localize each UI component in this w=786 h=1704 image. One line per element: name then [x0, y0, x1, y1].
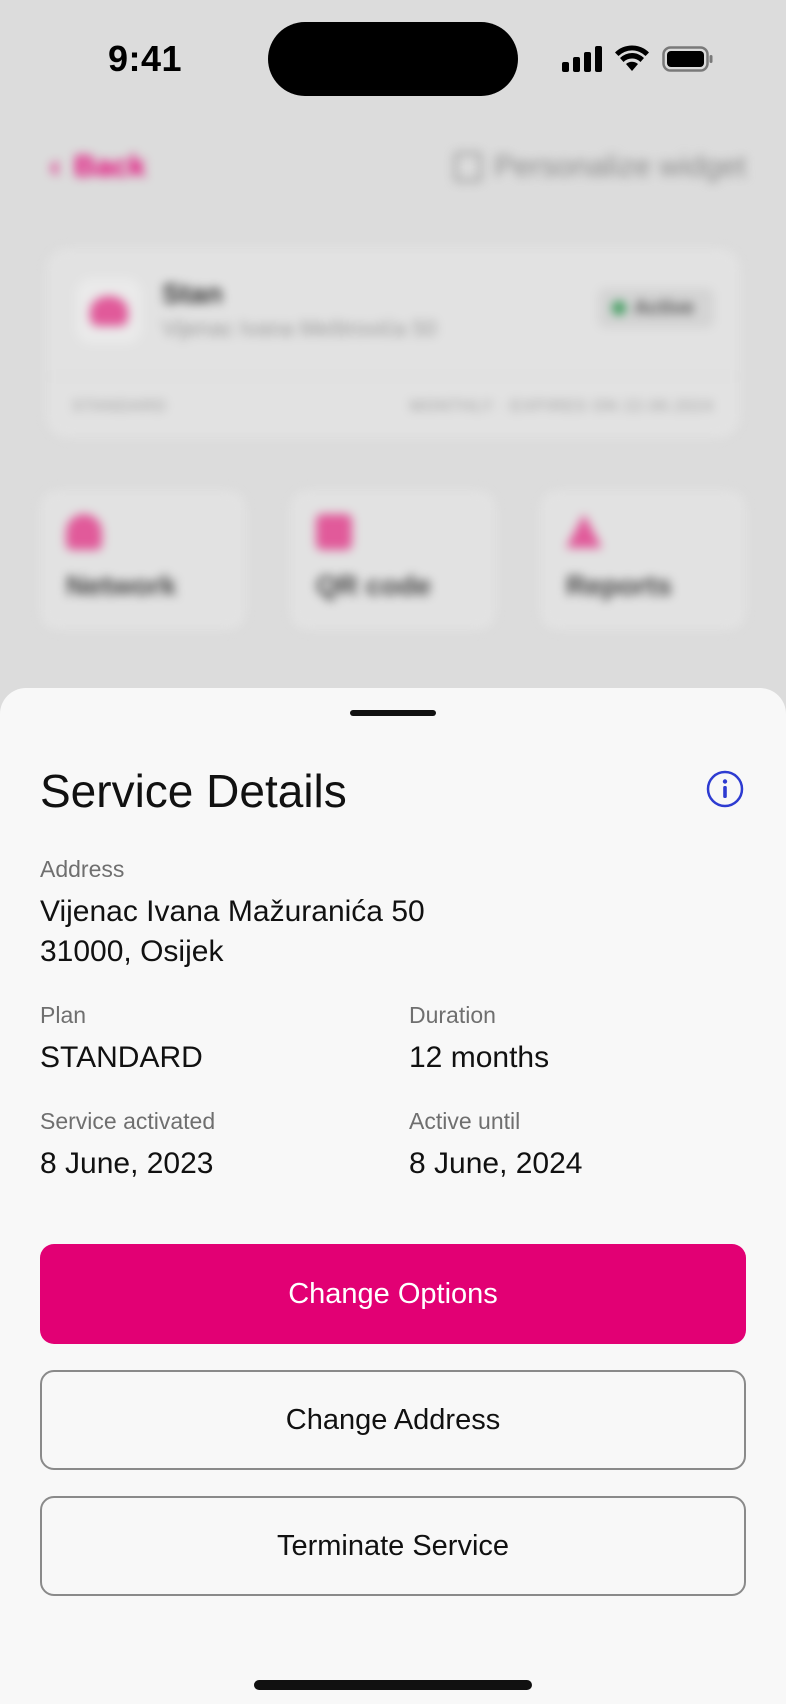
battery-icon [662, 46, 714, 72]
tile-label: Reports [566, 570, 672, 601]
address-line-2: 31000, Osijek [40, 935, 224, 968]
tile-qr-code[interactable]: QR code [290, 490, 496, 630]
home-indicator[interactable] [254, 1680, 532, 1690]
tile-label: QR code [316, 570, 432, 601]
active-until-value: 8 June, 2024 [409, 1147, 583, 1180]
cellular-signal-icon [562, 46, 602, 72]
sheet-title: Service Details [40, 765, 347, 817]
card-divider [46, 376, 740, 377]
card-plan-text: STANDARD [72, 398, 167, 415]
warning-triangle-icon [566, 514, 602, 548]
status-icons [562, 44, 714, 74]
duration-label: Duration [409, 1002, 496, 1028]
background-screen: ‹ Back Personalize widget Stan Vijenac I… [0, 120, 786, 720]
plan-label: Plan [40, 1002, 87, 1028]
card-expiry-text: MONTHLY · EXPIRES ON 22.06.2024 [409, 398, 714, 415]
tile-reports[interactable]: Reports [540, 490, 746, 630]
address-line-1: Vijenac Ivana Mažuranića 50 [40, 895, 425, 928]
status-time: 9:41 [108, 38, 183, 79]
change-options-button[interactable]: Change Options [40, 1244, 746, 1344]
tile-label: Network [66, 570, 177, 601]
service-activated-value: 8 June, 2023 [40, 1147, 214, 1180]
service-details-sheet: Service Details Address Vijenac Ivana Ma… [0, 688, 786, 1704]
info-icon[interactable] [706, 770, 744, 808]
dynamic-island [268, 22, 518, 96]
service-activated-label: Service activated [40, 1108, 216, 1134]
personalize-widget-link[interactable]: Personalize widget [454, 150, 746, 184]
action-tiles: Network QR code Reports [40, 490, 746, 630]
tile-network[interactable]: Network [40, 490, 246, 630]
status-badge: Active [598, 288, 714, 328]
duration-value: 12 months [409, 1041, 550, 1074]
sliders-icon [454, 152, 483, 182]
service-card-title: Stan [162, 278, 223, 309]
status-bar: 9:41 [0, 0, 786, 120]
terminate-service-button[interactable]: Terminate Service [40, 1496, 746, 1596]
back-link[interactable]: ‹ Back [50, 150, 146, 184]
qr-code-icon [316, 514, 352, 550]
chevron-left-icon: ‹ [50, 150, 60, 183]
service-card[interactable]: Stan Vijenac Ivana Meštrovića 50 Active … [46, 248, 740, 438]
wifi-icon [66, 514, 102, 550]
active-until-label: Active until [409, 1108, 521, 1134]
background-nav: ‹ Back Personalize widget [40, 150, 746, 190]
wifi-icon [614, 45, 650, 73]
back-label: Back [74, 150, 146, 183]
sheet-grabber[interactable] [350, 710, 436, 716]
change-address-button[interactable]: Change Address [40, 1370, 746, 1470]
service-card-subtitle: Vijenac Ivana Meštrovića 50 [162, 316, 437, 341]
status-badge-label: Active [634, 296, 695, 319]
address-label: Address [40, 856, 125, 882]
wifi-icon [76, 278, 142, 344]
plan-value: STANDARD [40, 1041, 203, 1074]
personalize-label: Personalize widget [494, 150, 746, 183]
